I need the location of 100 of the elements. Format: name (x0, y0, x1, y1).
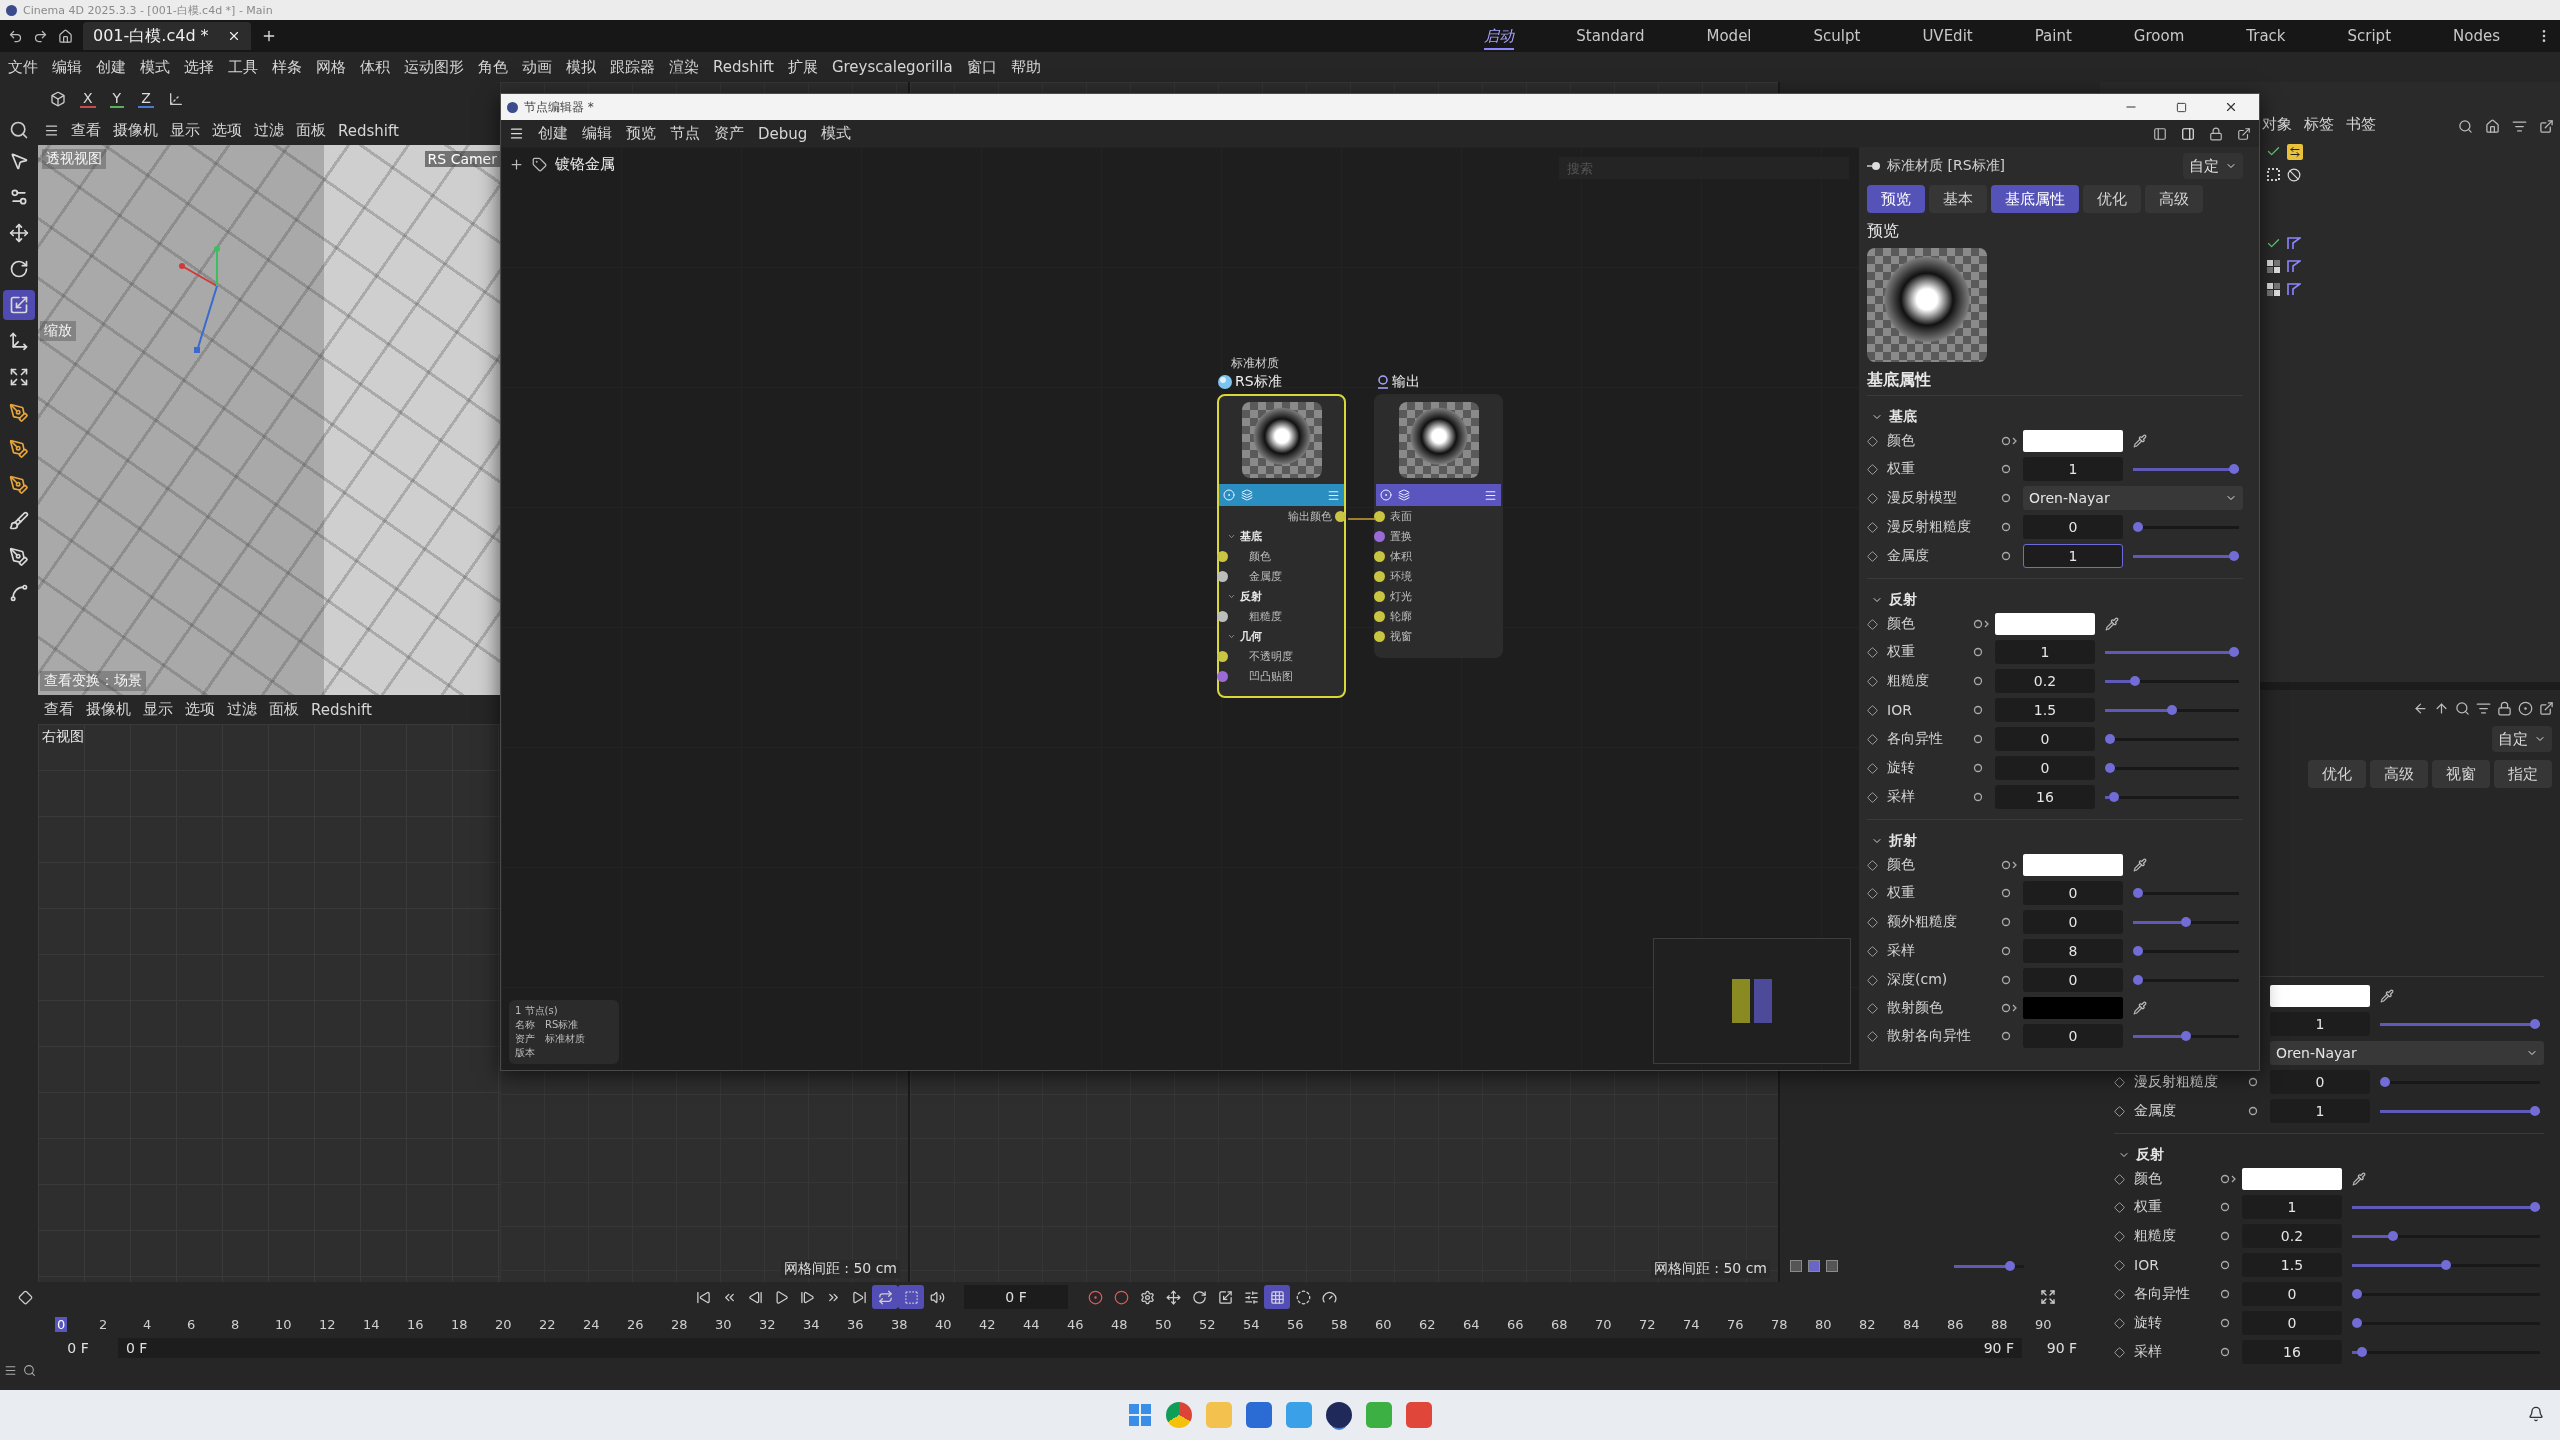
panel-tab[interactable]: 优化 (2308, 760, 2366, 788)
panel-tab[interactable]: 指定 (2494, 760, 2552, 788)
number-field[interactable]: 1 (2023, 457, 2123, 481)
menu-item[interactable]: 资产 (714, 124, 744, 143)
view-menu-item[interactable]: 选项 (185, 700, 215, 719)
layout-tab[interactable]: UVEdit (1922, 23, 1973, 49)
manager-tab[interactable]: 对象 (2262, 115, 2292, 134)
manager-tab[interactable]: 书签 (2346, 115, 2376, 134)
number-field[interactable]: 1 (1995, 640, 2095, 664)
section-title[interactable]: 基底 (1889, 408, 1917, 426)
menu-item[interactable]: 体积 (360, 57, 390, 77)
menu-item[interactable]: 渲染 (669, 57, 699, 77)
layout-tab[interactable]: Model (1706, 23, 1752, 49)
end-frame-field[interactable]: 90 F (2032, 1340, 2092, 1356)
number-field[interactable]: 1 (2270, 1099, 2370, 1123)
menu-item[interactable]: 跟踪器 (610, 57, 655, 77)
layout-tab[interactable]: Script (2347, 23, 2392, 49)
menu-item[interactable]: 文件 (8, 57, 38, 77)
layout-tab[interactable]: 启动 (1484, 22, 1515, 50)
view-menu-item[interactable]: Redshift (338, 121, 399, 140)
axis-toggle[interactable]: X (80, 90, 96, 108)
axis-toggle[interactable]: Y (109, 90, 125, 108)
number-field[interactable]: 0 (2023, 910, 2123, 934)
layout-tab[interactable]: Sculpt (1813, 23, 1861, 49)
current-frame-field[interactable]: 0 F (964, 1285, 1068, 1309)
menu-item[interactable]: 运动图形 (404, 57, 464, 77)
number-field[interactable]: 0 (2023, 881, 2123, 905)
number-field[interactable]: 0 (2270, 1070, 2370, 1094)
menu-item[interactable]: 帮助 (1010, 57, 1041, 77)
menu-item[interactable]: 动画 (522, 57, 552, 77)
section-title[interactable]: 反射 (1889, 591, 1917, 609)
menu-item[interactable]: 选择 (184, 57, 214, 77)
section-title[interactable]: 折射 (1889, 832, 1917, 850)
number-field[interactable]: 1.5 (1995, 698, 2095, 722)
menu-item[interactable]: 窗口 (966, 57, 997, 77)
view-menu-item[interactable]: 过滤 (254, 121, 284, 140)
dropdown[interactable]: Oren-Nayar (2270, 1041, 2544, 1065)
view-menu-item[interactable]: 摄像机 (86, 700, 131, 719)
number-field[interactable]: 1 (2242, 1195, 2342, 1219)
shader-node[interactable]: 输出颜色 基底 颜色 金属度 反射 粗糙度 几何 不透明度 凹凸贴图 (1217, 394, 1346, 698)
menu-item[interactable]: 编辑 (52, 57, 82, 77)
number-field[interactable]: 0 (2023, 1024, 2123, 1048)
number-field[interactable]: 0 (2242, 1311, 2342, 1335)
layout-tab[interactable]: Nodes (2453, 23, 2500, 49)
menu-item[interactable]: Redshift (713, 58, 774, 76)
output-node[interactable]: 表面 置换 体积 环境 灯光 轮廓 视窗 (1374, 394, 1503, 658)
menu-item[interactable]: 网格 (316, 57, 346, 77)
panel-tab[interactable]: 基本 (1929, 185, 1987, 213)
menu-item[interactable]: 扩展 (787, 57, 818, 77)
preview-range-bar[interactable]: 0 F 90 F (118, 1338, 2022, 1358)
view-menu-item[interactable]: 查看 (44, 700, 74, 719)
view-menu-item[interactable]: 选项 (212, 121, 242, 140)
axis-toggle[interactable]: Z (138, 90, 154, 108)
view-menu-item[interactable]: 面板 (269, 700, 299, 719)
view-menu-item[interactable]: 查看 (71, 121, 101, 140)
start-frame-field[interactable]: 0 F (48, 1340, 108, 1356)
number-field[interactable]: 8 (2023, 939, 2123, 963)
view-menu-item[interactable]: 面板 (296, 121, 326, 140)
panel-tab[interactable]: 高级 (2370, 760, 2428, 788)
number-field[interactable]: 1 (2023, 544, 2123, 568)
dropdown[interactable]: Oren-Nayar (2023, 486, 2243, 510)
menu-item[interactable]: 节点 (670, 124, 700, 143)
menu-item[interactable]: Greyscalegorilla (831, 58, 953, 76)
panel-tab[interactable]: 优化 (2083, 185, 2141, 213)
menu-item[interactable]: 预览 (626, 124, 656, 143)
layout-tab[interactable]: Groom (2133, 23, 2185, 49)
menu-item[interactable]: 样条 (272, 57, 302, 77)
layout-tab[interactable]: Track (2246, 23, 2286, 49)
panel-tab[interactable]: 视窗 (2432, 760, 2490, 788)
view-menu-item[interactable]: 显示 (170, 121, 200, 140)
number-field[interactable]: 0 (1995, 727, 2095, 751)
layout-tab[interactable]: Standard (1576, 23, 1645, 49)
current-frame-marker[interactable]: 0 (55, 1316, 68, 1332)
layout-tab[interactable]: Paint (2034, 23, 2072, 49)
number-field[interactable]: 0 (2023, 515, 2123, 539)
menu-item[interactable]: 角色 (478, 57, 508, 77)
document-tab[interactable]: 001-白模.c4d * (83, 22, 251, 50)
number-field[interactable]: 0 (2023, 968, 2123, 992)
number-field[interactable]: 1.5 (2242, 1253, 2342, 1277)
panel-tab[interactable]: 预览 (1867, 185, 1925, 213)
view-menu-item[interactable]: Redshift (311, 700, 372, 719)
manager-tab[interactable]: 标签 (2304, 115, 2334, 134)
section-title[interactable]: 反射 (2136, 1146, 2164, 1164)
number-field[interactable]: 0.2 (1995, 669, 2095, 693)
number-field[interactable]: 1 (2270, 1012, 2370, 1036)
menu-item[interactable]: 工具 (228, 57, 258, 77)
menu-item[interactable]: 模式 (140, 57, 170, 77)
menu-item[interactable]: 创建 (538, 124, 568, 143)
panel-tab[interactable]: 基底属性 (1991, 185, 2079, 213)
panel-tab[interactable]: 高级 (2145, 185, 2203, 213)
menu-item[interactable]: 模拟 (566, 57, 596, 77)
view-menu-item[interactable]: 过滤 (227, 700, 257, 719)
preset-dropdown[interactable]: 自定 (2183, 153, 2243, 179)
number-field[interactable]: 0.2 (2242, 1224, 2342, 1248)
view-menu-item[interactable]: 显示 (143, 700, 173, 719)
menu-item[interactable]: 模式 (821, 124, 852, 143)
number-field[interactable]: 0 (1995, 756, 2095, 780)
breadcrumb[interactable]: 镀铬金属 (555, 155, 615, 174)
number-field[interactable]: 0 (2242, 1282, 2342, 1306)
number-field[interactable]: 16 (1995, 785, 2095, 809)
